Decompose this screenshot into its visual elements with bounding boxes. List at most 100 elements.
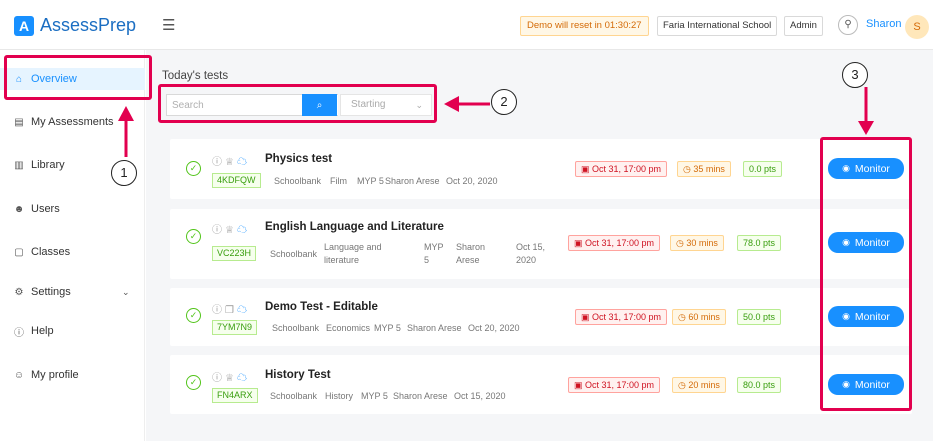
cloud-icon: ☁	[236, 305, 250, 316]
sidebar-item-classes[interactable]: ▢ Classes	[0, 242, 145, 262]
test-code-badge: FN4ARX	[212, 388, 258, 403]
test-title[interactable]: History Test	[265, 369, 331, 381]
test-meta-grade: MYP 5	[361, 391, 388, 401]
cloud-icon: ☁	[236, 157, 250, 168]
person-icon: ☺	[13, 369, 25, 381]
test-row[interactable]: ✓ ⓘ❐☁ Demo Test - Editable 7YM7N9 School…	[170, 288, 912, 346]
test-meta-grade: MYP 5	[357, 176, 384, 186]
sidebar-item-label: Help	[31, 325, 54, 337]
test-title[interactable]: English Language and Literature	[265, 221, 444, 233]
callout-box-monitor	[820, 137, 912, 411]
test-row[interactable]: ✓ ⓘ♕☁ History Test FN4ARX Schoolbank His…	[170, 355, 912, 414]
check-circle-icon: ✓	[186, 375, 201, 390]
start-date-badge: ▣ Oct 31, 17:00 pm	[575, 309, 668, 325]
check-circle-icon: ✓	[186, 161, 201, 176]
test-meta-source: Schoolbank	[270, 391, 318, 401]
test-code-badge: 4KDFQW	[212, 173, 261, 188]
duration-badge: ◷ 60 mins	[672, 309, 726, 325]
chevron-down-icon: ⌄	[122, 286, 130, 297]
test-meta-author: Sharon Arese	[385, 176, 440, 186]
logo-mark: A	[14, 15, 34, 36]
test-meta-source: Schoolbank	[274, 176, 322, 186]
test-status-icons: ⓘ♕☁	[212, 153, 250, 168]
users-icon: ☻	[13, 203, 25, 215]
info-icon: ⓘ	[212, 305, 225, 316]
check-circle-icon: ✓	[186, 229, 201, 244]
school-selector[interactable]: Faria International School	[657, 16, 778, 36]
points-badge: 80.0 pts	[737, 377, 782, 393]
callout-number-1: 1	[111, 160, 137, 186]
sidebar-item-label: Library	[31, 159, 65, 171]
test-status-icons: ⓘ♕☁	[212, 221, 250, 236]
sidebar-item-label: Settings	[31, 286, 71, 298]
sidebar-item-my-profile[interactable]: ☺ My profile	[0, 365, 145, 385]
test-meta-subject: Economics	[326, 323, 371, 333]
duration-badge: ◷ 20 mins	[672, 377, 726, 393]
test-meta-date: Oct 15, 2020	[516, 242, 546, 265]
sidebar-item-label: My Assessments	[31, 116, 114, 128]
sidebar: ⌂ Overview ▤ My Assessments ▥ Library ☻ …	[0, 50, 145, 441]
test-meta-author: Sharon Arese	[456, 242, 486, 265]
logo-text: AssessPrep	[40, 15, 137, 35]
callout-number-2: 2	[491, 89, 517, 115]
start-date-badge: ▣ Oct 31, 17:00 pm	[568, 235, 661, 251]
start-date-badge: ▣ Oct 31, 17:00 pm	[575, 161, 668, 177]
test-meta-date: Oct 15, 2020	[454, 391, 506, 401]
sidebar-item-settings[interactable]: ⚙ Settings ⌄	[0, 282, 145, 302]
test-meta-subject: Film	[330, 176, 347, 186]
test-meta-subject: Language and literature	[324, 242, 382, 265]
copy-icon: ❐	[225, 305, 237, 316]
hamburger-menu-icon[interactable]: ☰	[162, 16, 175, 34]
section-title: Today's tests	[162, 70, 229, 82]
cloud-icon: ☁	[236, 225, 250, 236]
sidebar-item-my-assessments[interactable]: ▤ My Assessments	[0, 112, 145, 132]
trophy-icon: ♕	[225, 225, 237, 236]
test-code-badge: VC223H	[212, 246, 257, 261]
points-badge: 50.0 pts	[737, 309, 782, 325]
callout-number-3: 3	[842, 62, 868, 88]
test-meta-grade: MYP 5	[424, 242, 444, 265]
app-logo[interactable]: A AssessPrep	[14, 15, 136, 36]
test-status-icons: ⓘ❐☁	[212, 301, 250, 316]
avatar[interactable]: S	[905, 15, 929, 39]
test-title[interactable]: Physics test	[265, 153, 332, 165]
test-meta-author: Sharon Arese	[407, 323, 462, 333]
sidebar-item-users[interactable]: ☻ Users	[0, 199, 145, 219]
test-row[interactable]: ✓ ⓘ♕☁ Physics test 4KDFQW Schoolbank Fil…	[170, 139, 912, 199]
test-meta-date: Oct 20, 2020	[468, 323, 520, 333]
start-date-badge: ▣ Oct 31, 17:00 pm	[568, 377, 661, 393]
gear-icon: ⚙	[14, 286, 24, 298]
user-name[interactable]: Sharon	[866, 18, 901, 30]
user-icon[interactable]: ⚲	[838, 15, 858, 35]
info-icon: ⓘ	[212, 225, 225, 236]
test-meta-source: Schoolbank	[270, 249, 318, 259]
test-status-icons: ⓘ♕☁	[212, 369, 250, 384]
duration-badge: ◷ 35 mins	[677, 161, 731, 177]
sidebar-item-label: My profile	[31, 369, 79, 381]
check-circle-icon: ✓	[186, 308, 201, 323]
info-icon: ⓘ	[212, 157, 225, 168]
classes-icon: ▢	[14, 246, 24, 258]
test-meta-grade: MYP 5	[374, 323, 401, 333]
test-meta-date: Oct 20, 2020	[446, 176, 498, 186]
trophy-icon: ♕	[225, 157, 237, 168]
sidebar-item-label: Classes	[31, 246, 71, 258]
points-badge: 0.0 pts	[743, 161, 783, 177]
role-badge[interactable]: Admin	[784, 16, 823, 36]
sidebar-item-help[interactable]: ⓘ Help	[0, 321, 145, 341]
trophy-icon: ♕	[225, 373, 237, 384]
document-icon: ▤	[14, 116, 24, 128]
sidebar-item-label: Users	[31, 203, 60, 215]
test-title[interactable]: Demo Test - Editable	[265, 301, 378, 313]
test-code-badge: 7YM7N9	[212, 320, 258, 335]
test-meta-source: Schoolbank	[272, 323, 320, 333]
top-bar: A AssessPrep ☰ Demo will reset in 01:30:…	[0, 0, 933, 50]
demo-reset-notice: Demo will reset in 01:30:27	[520, 16, 649, 36]
info-icon: ⓘ	[14, 327, 24, 339]
test-row[interactable]: ✓ ⓘ♕☁ English Language and Literature VC…	[170, 209, 912, 279]
test-meta-author: Sharon Arese	[393, 391, 448, 401]
points-badge: 78.0 pts	[737, 235, 782, 251]
cloud-icon: ☁	[236, 373, 250, 384]
test-meta-subject: History	[325, 391, 354, 401]
info-icon: ⓘ	[212, 373, 225, 384]
